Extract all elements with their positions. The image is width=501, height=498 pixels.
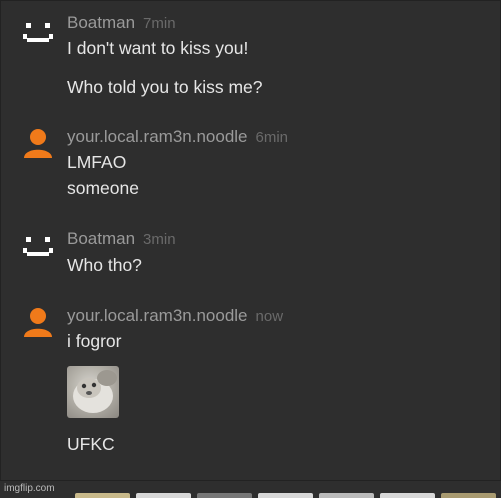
- strip-segment: [441, 493, 496, 498]
- strip-segment: [75, 493, 130, 498]
- message-text: LMFAO: [67, 152, 127, 172]
- message-text: Who tho?: [67, 255, 142, 275]
- cropped-image-strip: [75, 493, 501, 498]
- strip-segment: [380, 493, 435, 498]
- username[interactable]: your.local.ram3n.noodle: [67, 306, 248, 325]
- message-text: Who told you to kiss me?: [67, 77, 263, 97]
- imgflip-watermark: imgflip.com: [4, 483, 55, 494]
- strip-segment: [258, 493, 313, 498]
- message-header: your.local.ram3n.noodle 6min: [67, 127, 288, 147]
- message-text: I don't want to kiss you!: [67, 38, 249, 58]
- robot-face-icon[interactable]: [22, 230, 54, 262]
- timestamp: 6min: [255, 129, 289, 146]
- username[interactable]: your.local.ram3n.noodle: [67, 127, 248, 146]
- username[interactable]: Boatman: [67, 229, 135, 248]
- seal-photo-thumbnail[interactable]: [67, 366, 119, 418]
- timestamp: 3min: [143, 231, 176, 248]
- message-header: Boatman 7min: [67, 13, 176, 33]
- timestamp: now: [255, 308, 284, 325]
- message-text: someone: [67, 178, 139, 198]
- message-header: your.local.ram3n.noodle now: [67, 306, 283, 326]
- message-text: i fogror: [67, 331, 122, 351]
- person-icon[interactable]: [22, 306, 54, 338]
- username[interactable]: Boatman: [67, 13, 135, 32]
- robot-face-icon[interactable]: [22, 16, 54, 48]
- seal-image: [73, 370, 117, 413]
- chat-log: Boatman 7min I don't want to kiss you! Wh…: [0, 0, 501, 481]
- strip-segment: [319, 493, 374, 498]
- strip-segment: [197, 493, 252, 498]
- person-icon[interactable]: [22, 127, 54, 159]
- message-text: UFKC: [67, 434, 115, 454]
- message-header: Boatman 3min: [67, 229, 176, 249]
- timestamp: 7min: [143, 15, 176, 32]
- strip-segment: [136, 493, 191, 498]
